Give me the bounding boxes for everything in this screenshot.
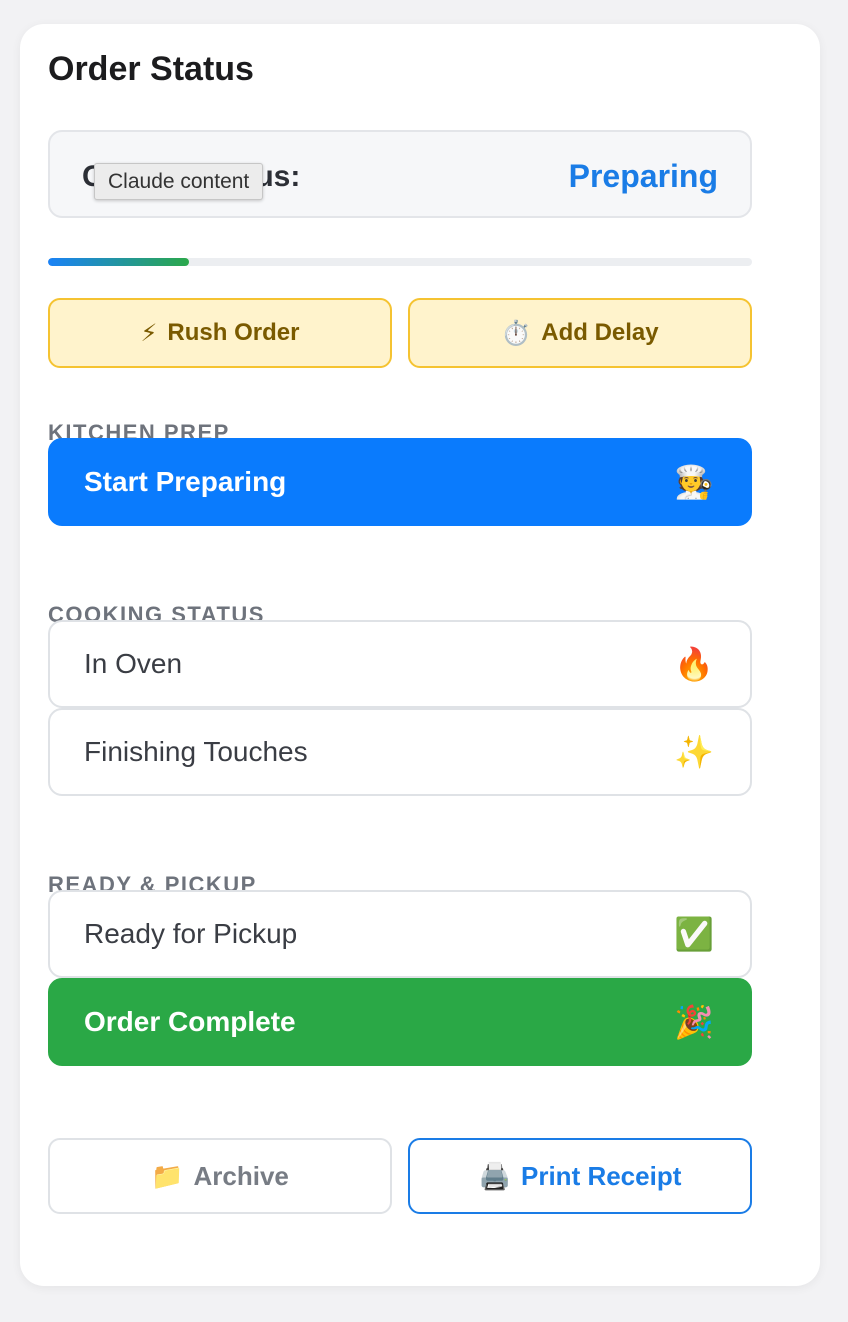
print-receipt-button[interactable]: 🖨️ Print Receipt	[408, 1138, 752, 1214]
step-label: Order Complete	[84, 1006, 296, 1037]
page-title: Order Status	[48, 50, 254, 88]
stopwatch-icon: ⏱️	[501, 319, 532, 347]
check-mark-icon: ✅	[674, 916, 714, 952]
fire-icon: 🔥	[674, 646, 714, 682]
printer-icon: 🖨️	[478, 1160, 511, 1191]
chef-icon: 🧑‍🍳	[674, 464, 714, 500]
progress-fill	[48, 258, 189, 266]
folder-icon: 📁	[151, 1160, 184, 1191]
add-delay-label: Add Delay	[541, 319, 659, 346]
tooltip: Claude content	[94, 163, 264, 200]
party-popper-icon: 🎉	[674, 1004, 714, 1040]
step-finishing-touches[interactable]: Finishing Touches ✨	[48, 708, 752, 796]
rush-order-label: Rush Order	[167, 319, 300, 346]
step-label: Ready for Pickup	[84, 918, 298, 949]
lightning-icon: ⚡	[140, 319, 158, 347]
add-delay-button[interactable]: ⏱️ Add Delay	[408, 298, 752, 368]
archive-button[interactable]: 📁 Archive	[48, 1138, 392, 1214]
progress-bar	[48, 258, 752, 266]
step-start-preparing[interactable]: Start Preparing 🧑‍🍳	[48, 438, 752, 526]
print-receipt-label: Print Receipt	[521, 1160, 682, 1191]
step-label: Start Preparing	[84, 466, 287, 497]
step-in-oven[interactable]: In Oven 🔥	[48, 620, 752, 708]
step-order-complete[interactable]: Order Complete 🎉	[48, 978, 752, 1066]
archive-label: Archive	[193, 1160, 289, 1191]
rush-order-button[interactable]: ⚡ Rush Order	[48, 298, 392, 368]
sparkles-icon: ✨	[674, 734, 714, 770]
step-label: In Oven	[84, 648, 183, 679]
step-label: Finishing Touches	[84, 736, 308, 767]
step-ready-for-pickup[interactable]: Ready for Pickup ✅	[48, 890, 752, 978]
status-value: Preparing	[568, 158, 718, 194]
